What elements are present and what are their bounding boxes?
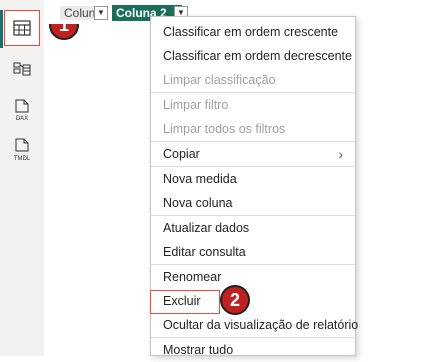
column-filter-dropdown[interactable]: ▼: [94, 6, 108, 20]
menu-item-new-measure[interactable]: Nova medida: [151, 167, 355, 191]
tmdl-view-button[interactable]: TMDL: [4, 132, 40, 168]
model-view-button[interactable]: [4, 52, 40, 88]
menu-item-clear-filter[interactable]: Limpar filtro: [151, 93, 355, 117]
model-view-icon: [13, 62, 31, 76]
menu-item-copy-label: Copiar: [163, 147, 200, 161]
tmdl-label: TMDL: [14, 156, 31, 162]
menu-item-clear-all-filters[interactable]: Limpar todos os filtros: [151, 117, 355, 141]
table-view-icon: [13, 20, 31, 36]
menu-item-clear-sort[interactable]: Limpar classificação: [151, 68, 355, 92]
menu-item-rename[interactable]: Renomear: [151, 265, 355, 289]
menu-item-copy[interactable]: Copiar ›: [151, 142, 355, 166]
tmdl-view-icon: TMDL: [14, 138, 31, 162]
menu-item-edit-query[interactable]: Editar consulta: [151, 240, 355, 264]
menu-item-refresh-data[interactable]: Atualizar dados: [151, 216, 355, 240]
dax-query-button[interactable]: DAX: [4, 92, 40, 128]
menu-item-unhide-all[interactable]: Mostrar tudo: [151, 338, 355, 362]
annotation-badge-2: 2: [220, 285, 250, 315]
dax-label: DAX: [16, 116, 28, 122]
menu-item-hide-in-report-view[interactable]: Ocultar da visualização de relatório: [151, 313, 358, 337]
chevron-right-icon: ›: [338, 146, 343, 162]
table-view-button[interactable]: [4, 10, 40, 46]
left-rail: DAX TMDL: [0, 0, 44, 356]
delete-highlight-box: [150, 290, 220, 314]
dax-query-icon: DAX: [15, 99, 29, 122]
menu-item-sort-descending[interactable]: Classificar em ordem decrescente: [151, 44, 355, 68]
active-indicator: [0, 10, 3, 48]
menu-item-new-column[interactable]: Nova coluna: [151, 191, 355, 215]
menu-item-sort-ascending[interactable]: Classificar em ordem crescente: [151, 20, 355, 44]
